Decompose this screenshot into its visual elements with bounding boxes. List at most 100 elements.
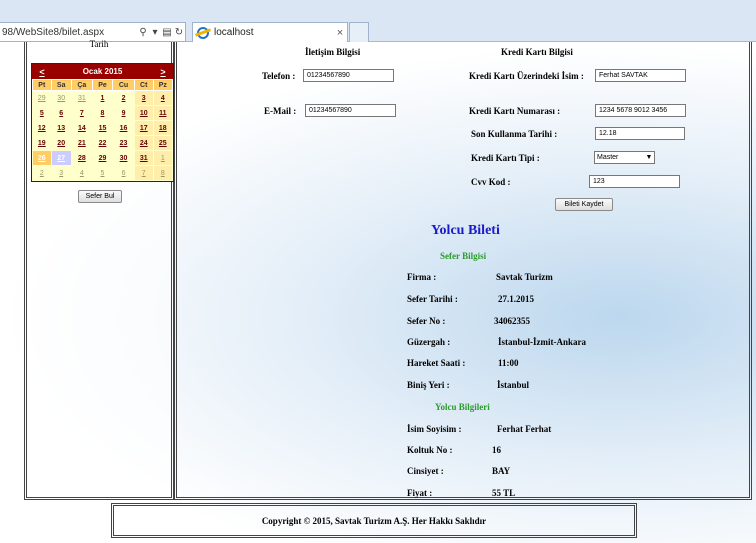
calendar-day[interactable]: 4 <box>152 90 174 106</box>
weekday-header: Ça <box>70 79 93 91</box>
chevron-down-icon: ▼ <box>645 154 653 161</box>
calendar-day[interactable]: 14 <box>70 120 93 136</box>
gender-value: BAY <box>492 466 511 476</box>
address-url[interactable]: 98/WebSite8/bilet.aspx <box>2 27 137 38</box>
ie-logo-icon <box>197 26 209 39</box>
calendar-day[interactable]: 8 <box>91 105 114 121</box>
weekday-header: Pe <box>91 79 114 91</box>
calendar-day[interactable]: 11 <box>152 105 174 121</box>
calendar-week-row: 2345678 <box>32 165 174 181</box>
cvv-field[interactable]: 123 <box>589 175 680 188</box>
calendar-grid: Pt Sa Ça Pe Cu Ct Pz 29 30 31 1 2 3 4 5 6 7 8 9 10 11 12 13 14… <box>32 79 174 181</box>
calendar-day[interactable]: 7 <box>70 105 93 121</box>
trip-no-value: 34062355 <box>494 316 530 326</box>
price-value: 55 TL <box>492 488 516 498</box>
weekday-row: Pt Sa Ça Pe Cu Ct Pz <box>32 79 174 91</box>
calendar-day[interactable]: 31 <box>70 90 93 106</box>
calendar-day[interactable]: 3 <box>50 165 72 181</box>
calendar-day[interactable]: 24 <box>133 135 154 151</box>
calendar-month-title: Ocak 2015 <box>82 67 123 76</box>
card-heading: Kredi Kartı Bilgisi <box>501 47 573 57</box>
compatibility-view-icon[interactable]: ▤ <box>161 27 173 38</box>
calendar-day[interactable]: 1 <box>91 90 114 106</box>
route-label: Güzergah : <box>407 337 451 347</box>
calendar-day[interactable]: 26 <box>32 150 52 166</box>
chevron-down-icon[interactable]: ▾ <box>149 27 161 38</box>
calendar-day[interactable]: 10 <box>133 105 154 121</box>
calendar-header: < Ocak 2015 > <box>32 64 173 79</box>
card-type-value: Master <box>597 154 619 161</box>
calendar-day[interactable]: 28 <box>70 150 93 166</box>
phone-field[interactable]: 01234567890 <box>303 69 394 82</box>
copyright-text: Copyright © 2015, Savtak Turizm A.Ş. Her… <box>261 515 487 526</box>
search-trip-button[interactable]: Sefer Bul <box>78 190 122 203</box>
calendar-day[interactable]: 15 <box>91 120 114 136</box>
card-type-select[interactable]: Master ▼ <box>594 151 655 164</box>
calendar-day[interactable]: 25 <box>152 135 174 151</box>
calendar-day[interactable]: 12 <box>32 120 52 136</box>
card-number-field[interactable]: 1234 5678 9012 3456 <box>595 104 686 117</box>
search-icon[interactable]: ⚲ <box>137 27 149 38</box>
calendar-day[interactable]: 4 <box>70 165 93 181</box>
calendar-day[interactable]: 20 <box>50 135 72 151</box>
calendar-day[interactable]: 22 <box>91 135 114 151</box>
calendar-day[interactable]: 9 <box>112 105 135 121</box>
calendar-day[interactable]: 7 <box>133 165 154 181</box>
trip-date-value: 27.1.2015 <box>498 294 534 304</box>
calendar-body: 29 30 31 1 2 3 4 5 6 7 8 9 10 11 12 13 14 15 16 17 18 19 20 21 2… <box>32 90 174 181</box>
calendar-day[interactable]: 13 <box>50 120 72 136</box>
company-value: Savtak Turizm <box>496 272 553 282</box>
calendar-day[interactable]: 30 <box>50 90 72 106</box>
calendar-day[interactable]: 19 <box>32 135 52 151</box>
close-icon[interactable]: × <box>333 27 347 39</box>
calendar-day[interactable]: 21 <box>70 135 93 151</box>
calendar-day[interactable]: 6 <box>50 105 72 121</box>
calendar-day[interactable]: 2 <box>112 90 135 106</box>
weekday-header: Pt <box>32 79 52 91</box>
departure-time-value: 11:00 <box>498 358 519 368</box>
calendar-next-link[interactable]: > <box>153 67 173 77</box>
calendar-day[interactable]: 18 <box>152 120 174 136</box>
trip-no-label: Sefer No : <box>407 316 446 326</box>
calendar-day[interactable]: 17 <box>133 120 154 136</box>
departure-time-label: Hareket Saati : <box>407 358 466 368</box>
calendar-day[interactable]: 8 <box>152 165 174 181</box>
calendar-day[interactable]: 30 <box>112 150 135 166</box>
company-label: Firma : <box>407 272 437 282</box>
calendar-day[interactable]: 23 <box>112 135 135 151</box>
card-name-field[interactable]: Ferhat SAVTAK <box>595 69 686 82</box>
page-content: Tarih < Ocak 2015 > Pt Sa Ça Pe Cu Ct Pz 29 30 3… <box>0 39 756 543</box>
refresh-icon[interactable]: ↻ <box>173 27 185 38</box>
expiry-field[interactable]: 12.18 <box>595 127 685 140</box>
calendar-prev-link[interactable]: < <box>32 67 52 77</box>
expiry-label: Son Kullanma Tarihi : <box>471 129 558 139</box>
gender-label: Cinsiyet : <box>407 466 444 476</box>
calendar-day[interactable]: 5 <box>91 165 114 181</box>
contact-heading: İletişim Bilgisi <box>305 47 361 57</box>
calendar-day[interactable]: 2 <box>32 165 52 181</box>
calendar-day[interactable]: 1 <box>152 150 174 166</box>
boarding-label: Biniş Yeri : <box>407 380 450 390</box>
calendar-day[interactable]: 16 <box>112 120 135 136</box>
calendar-day[interactable]: 29 <box>32 90 52 106</box>
weekday-header: Pz <box>152 79 174 91</box>
save-ticket-button[interactable]: Bileti Kaydet <box>555 198 613 211</box>
boarding-value: İstanbul <box>497 380 530 390</box>
calendar-day[interactable]: 29 <box>91 150 114 166</box>
passenger-info-heading: Yolcu Bilgileri <box>435 402 490 412</box>
card-number-label: Kredi Kartı Numarası : <box>469 106 561 116</box>
weekday-header: Ct <box>133 79 154 91</box>
calendar-day[interactable]: 31 <box>133 150 154 166</box>
footer: Copyright © 2015, Savtak Turizm A.Ş. Her… <box>111 503 637 538</box>
date-label: Tarih <box>89 39 109 49</box>
calendar-day[interactable]: 27 <box>50 150 72 166</box>
main-panel: İletişim Bilgisi Kredi Kartı Bilgisi Tel… <box>174 42 752 500</box>
weekday-header: Sa <box>50 79 72 91</box>
ticket-title: Yolcu Bileti <box>431 223 500 238</box>
calendar-day[interactable]: 3 <box>133 90 154 106</box>
browser-tab[interactable]: localhost × <box>192 22 348 42</box>
email-field[interactable]: 01234567890 <box>305 104 396 117</box>
new-tab-button[interactable] <box>349 22 369 42</box>
calendar-day[interactable]: 6 <box>112 165 135 181</box>
calendar-day[interactable]: 5 <box>32 105 52 121</box>
